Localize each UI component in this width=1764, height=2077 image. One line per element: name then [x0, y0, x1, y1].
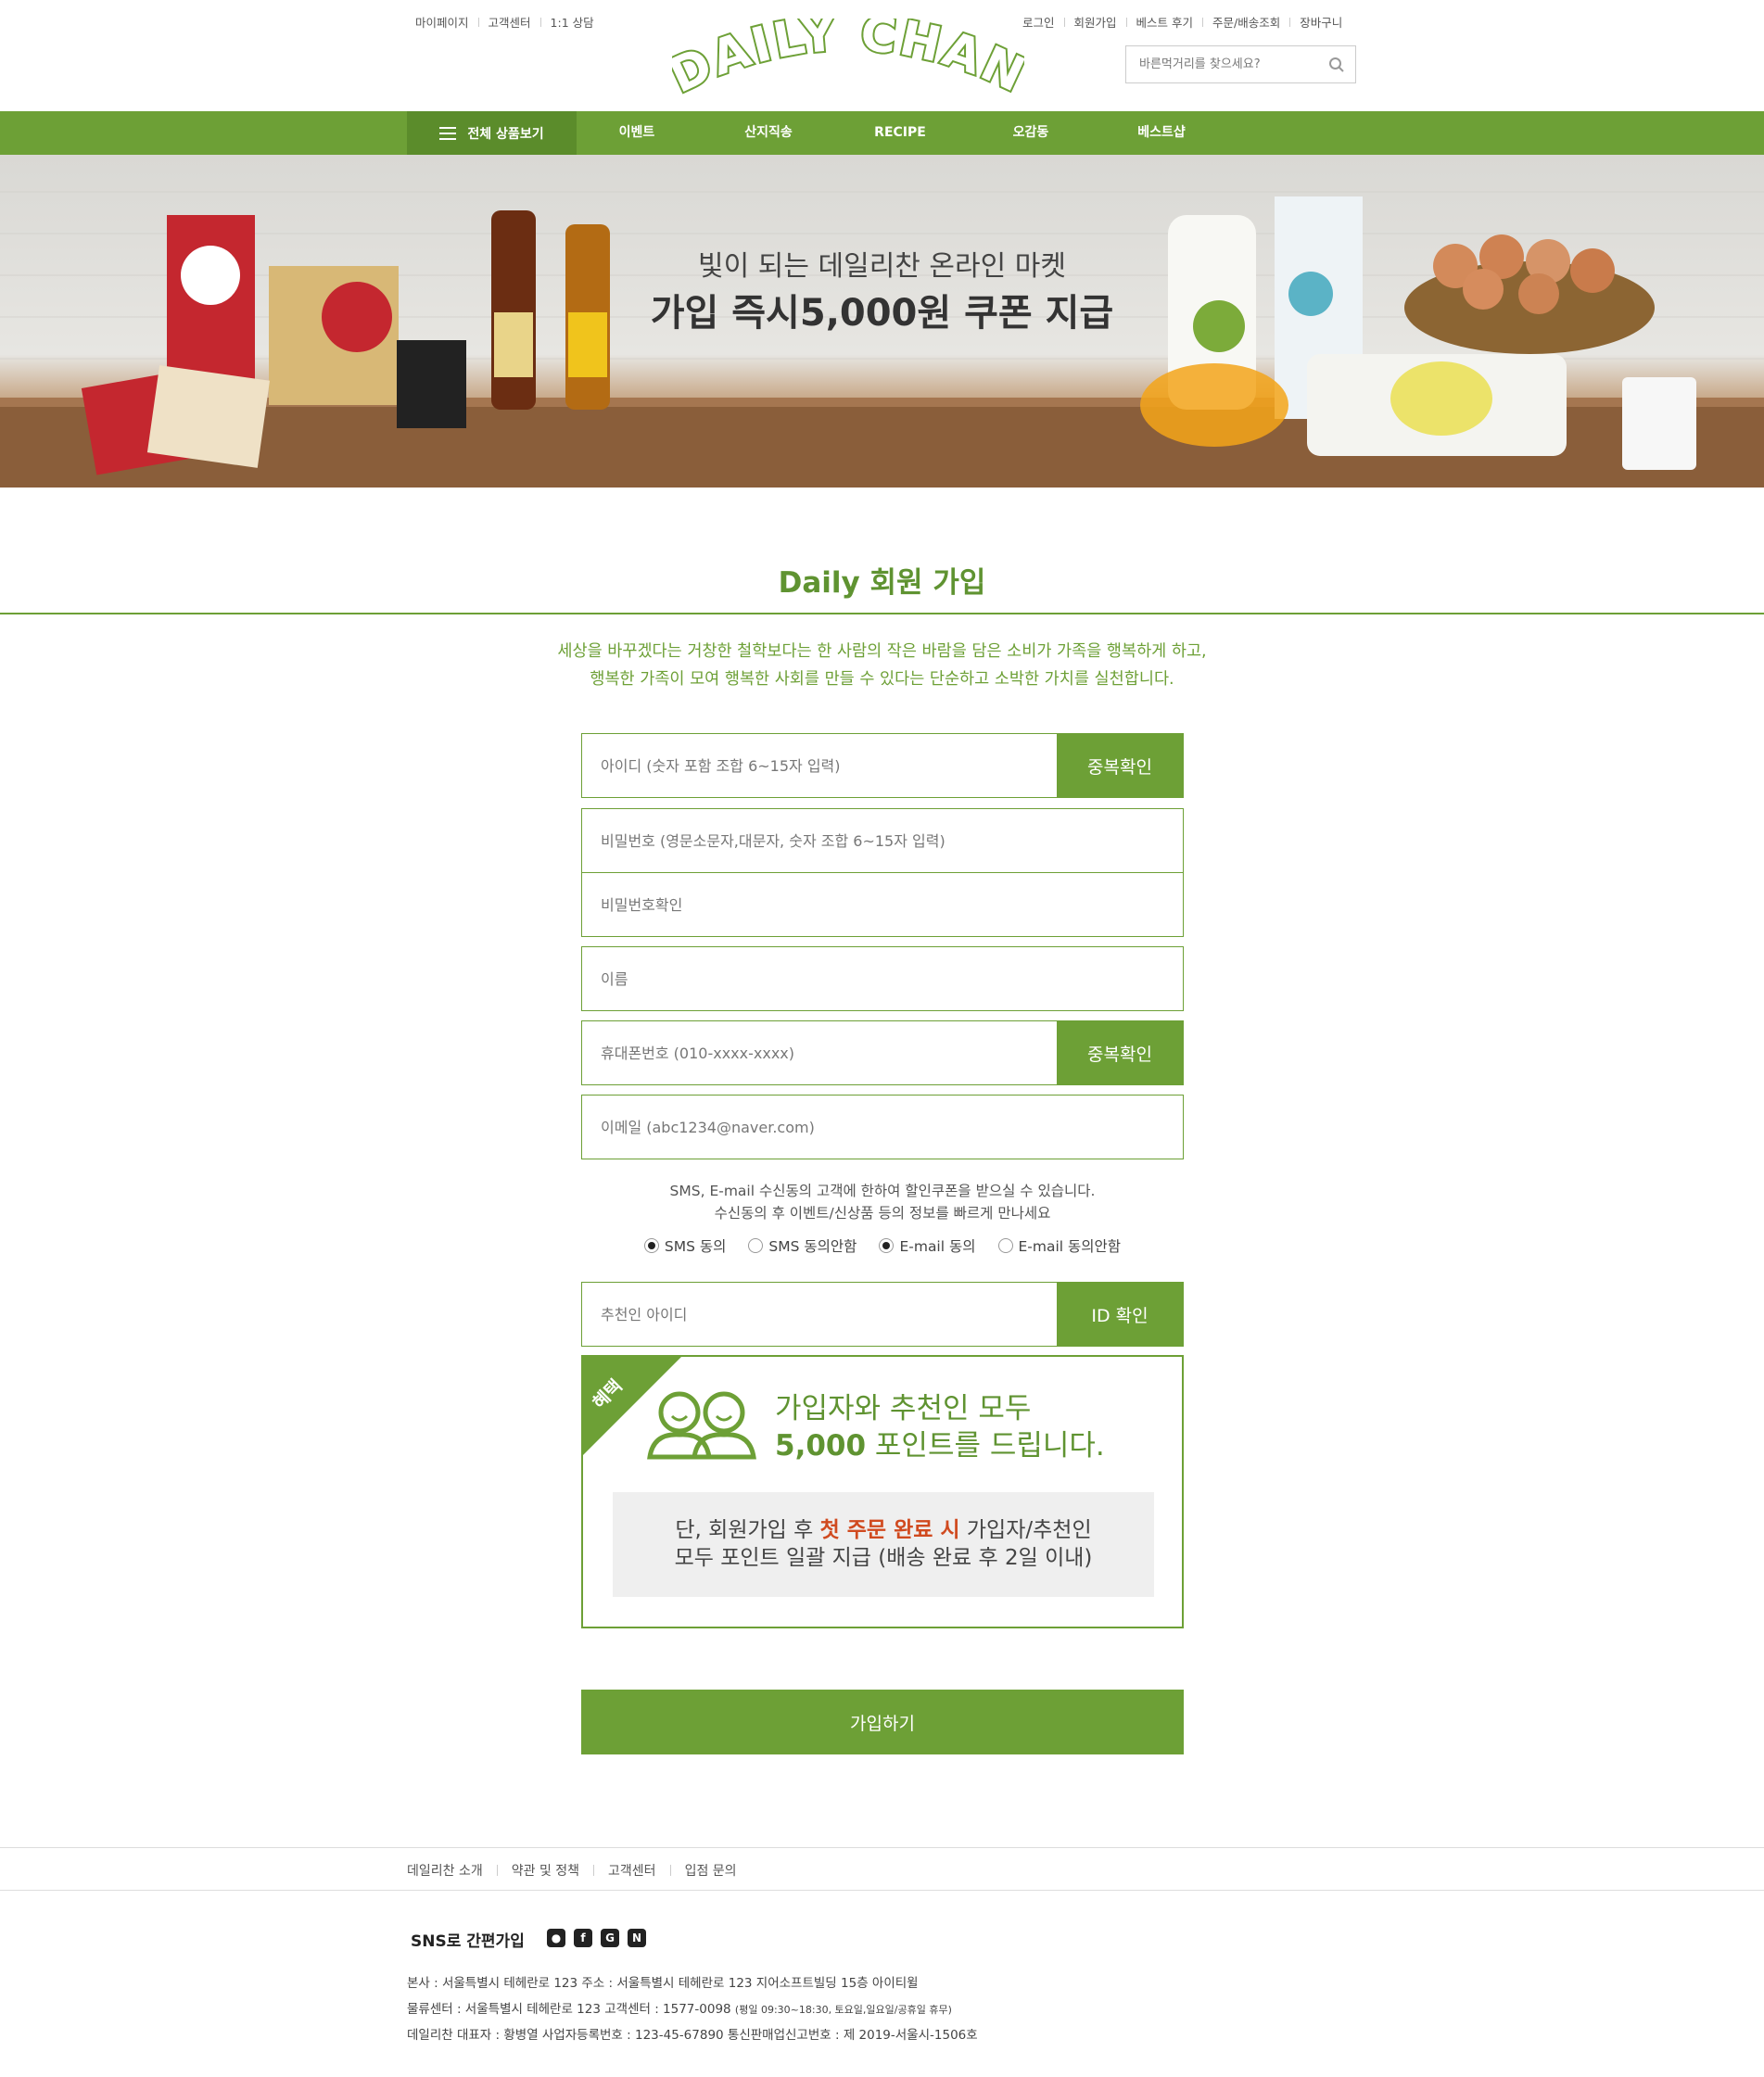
phone-input[interactable] [582, 1021, 1057, 1084]
page-title: Daily 회원 가입 [778, 566, 986, 600]
benefit-condition-line-2: 모두 포인트 일괄 지급 (배송 완료 후 2일 이내) [674, 1546, 1093, 1570]
radio-checked-icon [643, 1238, 659, 1253]
cart-link[interactable]: 장바구니 [1300, 13, 1342, 31]
order-tracking-link[interactable]: 주문/배송조회 [1212, 13, 1280, 31]
radio-unchecked-icon [997, 1238, 1013, 1253]
password-field-row [581, 808, 1184, 873]
svg-text:DAILY CHAN: DAILY CHAN [672, 19, 1024, 102]
search-box [1125, 45, 1356, 83]
benefit-headline-2: 5,000 포인트를 드립니다. [775, 1422, 1105, 1463]
email-agree-radio[interactable]: E-mail 동의 [879, 1235, 976, 1256]
sms-disagree-radio[interactable]: SMS 동의안함 [748, 1235, 857, 1256]
title-divider [0, 613, 1764, 614]
hero-banner: 빛이 되는 데일리찬 온라인 마켓 가입 즉시5,000원 쿠폰 지급 [0, 155, 1764, 488]
referrer-id-check-button[interactable]: ID 확인 [1057, 1283, 1183, 1346]
nav-item-recipe[interactable]: RECIPE [835, 111, 965, 155]
search-input[interactable] [1126, 57, 1318, 71]
footer-info-1: 본사 : 서울특별시 테헤란로 123 주소 : 서울특별시 테헤란로 123 … [407, 1976, 919, 1991]
benefit-points-suffix: 포인트를 드립니다. [866, 1429, 1105, 1463]
name-field-row [581, 946, 1184, 1011]
intro-line-2: 행복한 가족이 모여 행복한 사회를 만들 수 있다는 단순하고 소박한 가치를… [590, 670, 1174, 689]
footer-divider-bottom [0, 1890, 1764, 1891]
logo[interactable]: DAILY CHAN [672, 19, 1024, 102]
nav-item-event[interactable]: 이벤트 [572, 111, 702, 155]
join-link[interactable]: 회원가입 [1074, 13, 1117, 31]
footer-link-partner[interactable]: 입점 문의 [685, 1861, 737, 1880]
login-link[interactable]: 로그인 [1022, 13, 1055, 31]
radio-label: SMS 동의안함 [768, 1238, 857, 1255]
condition-text: 가입자/추천인 [959, 1518, 1092, 1542]
email-input[interactable] [582, 1095, 1183, 1159]
sns-icon-group: ● f G N [547, 1929, 654, 1947]
sms-agree-radio[interactable]: SMS 동의 [643, 1235, 727, 1256]
mypage-link[interactable]: 마이페이지 [415, 13, 469, 31]
one-on-one-link[interactable]: 1:1 상담 [551, 13, 594, 31]
naver-icon[interactable]: N [628, 1929, 646, 1947]
radio-unchecked-icon [748, 1238, 764, 1253]
all-products-button[interactable]: 전체 상품보기 [407, 111, 577, 155]
email-field-row [581, 1095, 1184, 1159]
join-submit-button[interactable]: 가입하기 [581, 1690, 1184, 1754]
radio-label: SMS 동의 [664, 1238, 727, 1255]
password-input[interactable] [582, 809, 1183, 872]
benefit-points: 5,000 [775, 1429, 867, 1463]
footer-info-2-main: 물류센터 : 서울특별시 테헤란로 123 고객센터 : 1577-0098 [407, 2002, 735, 2017]
footer-link-support[interactable]: 고객센터 [608, 1861, 656, 1880]
radio-checked-icon [879, 1238, 895, 1253]
id-input[interactable] [582, 734, 1057, 797]
top-left-links: 마이페이지 고객센터 1:1 상담 [415, 13, 594, 31]
footer-links: 데일리찬 소개 약관 및 정책 고객센터 입점 문의 [407, 1861, 737, 1880]
nav-item-ogamdong[interactable]: 오감동 [966, 111, 1096, 155]
radio-label: E-mail 동의 [899, 1238, 976, 1255]
benefit-condition-line-1: 단, 회원가입 후 첫 주문 완료 시 가입자/추천인 [613, 1516, 1154, 1544]
consent-notice-2: 수신동의 후 이벤트/신상품 등의 정보를 빠르게 만나세요 [714, 1205, 1051, 1222]
google-icon[interactable]: G [601, 1929, 619, 1947]
id-field-row: 중복확인 [581, 733, 1184, 798]
benefit-headline-1: 가입자와 추천인 모두 [775, 1392, 1032, 1425]
id-dup-check-button[interactable]: 중복확인 [1057, 734, 1183, 797]
name-input[interactable] [582, 947, 1183, 1010]
consent-notice-1: SMS, E-mail 수신동의 고객에 한하여 할인쿠폰을 받으실 수 있습니… [669, 1183, 1096, 1199]
search-icon[interactable] [1318, 46, 1355, 83]
referrer-field-row: ID 확인 [581, 1282, 1184, 1347]
top-right-links: 로그인 회원가입 베스트 후기 주문/배송조회 장바구니 [1022, 13, 1342, 31]
facebook-icon[interactable]: f [574, 1929, 592, 1947]
banner-headline-2: 가입 즉시5,000원 쿠폰 지급 [650, 292, 1114, 335]
customer-center-link[interactable]: 고객센터 [489, 13, 531, 31]
phone-dup-check-button[interactable]: 중복확인 [1057, 1021, 1183, 1084]
intro-line-1: 세상을 바꾸겠다는 거창한 철학보다는 한 사람의 작은 바람을 담은 소비가 … [557, 642, 1207, 661]
footer-info-3: 데일리찬 대표자 : 황병열 사업자등록번호 : 123-45-67890 통신… [407, 2028, 978, 2043]
consent-radio-group: SMS 동의 SMS 동의안함 E-mail 동의 E-mail 동의안함 [581, 1235, 1184, 1256]
people-icon [647, 1391, 756, 1460]
referrer-input[interactable] [582, 1283, 1057, 1346]
condition-highlight: 첫 주문 완료 시 [819, 1518, 960, 1542]
all-products-label: 전체 상품보기 [467, 126, 544, 142]
password-confirm-input[interactable] [582, 873, 1183, 936]
nav-item-bestshop[interactable]: 베스트샵 [1097, 111, 1226, 155]
benefit-condition-box: 단, 회원가입 후 첫 주문 완료 시 가입자/추천인 모두 포인트 일괄 지급… [613, 1492, 1154, 1597]
menu-icon [439, 126, 457, 140]
radio-label: E-mail 동의안함 [1018, 1238, 1122, 1255]
best-review-link[interactable]: 베스트 후기 [1136, 13, 1193, 31]
banner-headline-1: 빛이 되는 데일리찬 온라인 마켓 [698, 250, 1066, 283]
condition-text: 단, 회원가입 후 [675, 1518, 820, 1542]
benefit-panel: 혜택 가입자와 추천인 모두 5,000 포인트를 드립니다. 단, 회원가입 … [581, 1355, 1184, 1628]
footer-divider-top [0, 1847, 1764, 1848]
footer-info-2-hours: (평일 09:30~18:30, 토요일,일요일/공휴일 휴무) [734, 2004, 952, 2016]
sns-signup-label: SNS로 간편가입 [411, 1932, 525, 1951]
phone-field-row: 중복확인 [581, 1020, 1184, 1085]
main-nav: 전체 상품보기 이벤트 산지직송 RECIPE 오감동 베스트샵 [0, 111, 1764, 155]
footer-link-about[interactable]: 데일리찬 소개 [407, 1861, 483, 1880]
footer-info-2: 물류센터 : 서울특별시 테헤란로 123 고객센터 : 1577-0098 (… [407, 1998, 952, 2017]
footer-link-terms[interactable]: 약관 및 정책 [512, 1861, 579, 1880]
password-confirm-field-row [581, 872, 1184, 937]
email-disagree-radio[interactable]: E-mail 동의안함 [997, 1235, 1122, 1256]
nav-item-direct[interactable]: 산지직송 [704, 111, 833, 155]
chat-icon[interactable]: ● [547, 1929, 565, 1947]
